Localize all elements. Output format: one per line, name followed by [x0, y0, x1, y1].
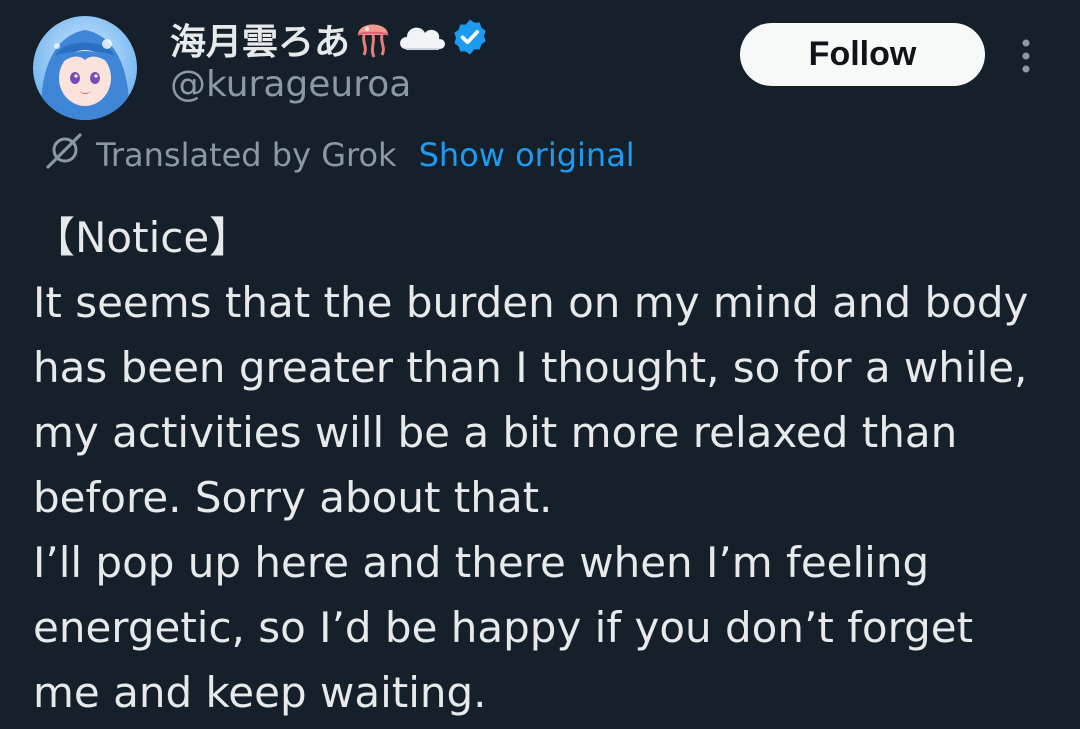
show-original-link[interactable]: Show original: [419, 136, 635, 174]
avatar-image: [33, 16, 137, 120]
verified-badge-icon: [450, 17, 490, 61]
display-name[interactable]: 海月雲ろあ: [170, 13, 350, 65]
author-handle[interactable]: @kurageuroa: [170, 64, 411, 105]
jellyfish-icon: [352, 15, 394, 63]
grok-icon: [44, 131, 84, 179]
more-options-icon[interactable]: [1012, 36, 1040, 76]
avatar[interactable]: [33, 16, 137, 120]
tweet-text: 【Notice】 It seems that the burden on my …: [33, 213, 1029, 717]
translation-banner: Translated by Grok Show original: [44, 132, 635, 178]
author-name-row[interactable]: 海月雲ろあ: [170, 14, 490, 64]
follow-button[interactable]: Follow: [740, 23, 985, 86]
cloud-icon: [396, 15, 448, 63]
translated-by-label: Translated by Grok: [96, 136, 397, 174]
